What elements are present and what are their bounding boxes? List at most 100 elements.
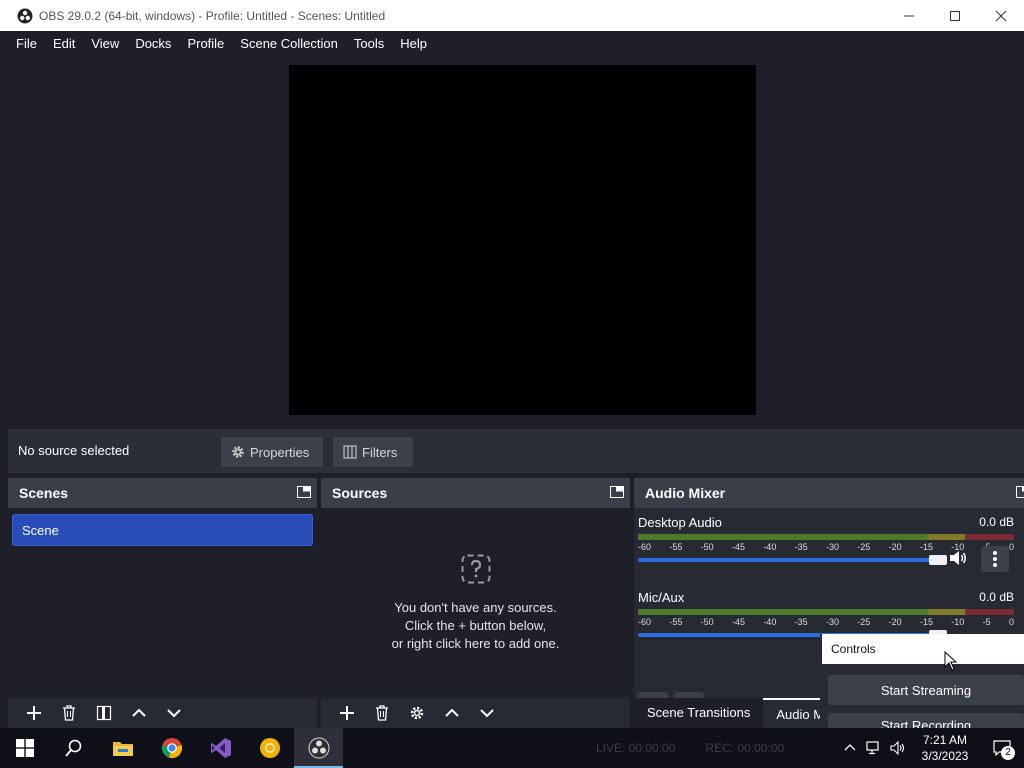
tick-label: -10 [951,617,965,627]
scenes-title: Scenes [19,485,69,501]
show-hidden-icons-button[interactable] [838,728,862,768]
more-vertical-icon [993,551,997,567]
menu-edit[interactable]: Edit [45,31,83,56]
windows-icon [15,739,34,757]
tick-label: -40 [763,617,777,627]
close-icon [995,10,1007,21]
tick-label: -35 [794,542,808,552]
empty-sources-line-1: You don't have any sources. [394,600,557,615]
taskbar-chrome-canary[interactable] [245,728,294,768]
scenes-list[interactable]: Scene [8,508,317,698]
menu-bar: File Edit View Docks Profile Scene Colle… [0,31,1024,56]
scene-item[interactable]: Scene [12,514,313,546]
tick-label: -60 [638,542,652,552]
tick-label: -55 [669,617,683,627]
close-button[interactable] [978,0,1024,31]
channel-name: Desktop Audio [638,515,722,530]
menu-profile[interactable]: Profile [179,31,232,56]
channel-db: 0.0 dB [979,590,1014,604]
properties-label: Properties [250,444,310,460]
move-source-up-button[interactable] [434,700,469,726]
tick-label: -5 [982,617,991,627]
search-button[interactable] [49,728,98,768]
scene-filters-button[interactable] [86,700,121,726]
filters-button[interactable]: Filters [333,437,413,467]
chrome-canary-icon [259,738,280,758]
tab-scene-transitions[interactable]: Scene Transitions [634,698,763,728]
plus-icon [339,706,354,720]
chevron-down-icon [166,709,181,718]
undock-icon[interactable] [1016,486,1024,498]
undock-icon[interactable] [297,486,311,498]
tick-label: -60 [638,617,652,627]
menu-view[interactable]: View [83,31,127,56]
scenes-toolbar [8,698,317,728]
tick-label: -25 [857,542,871,552]
empty-sources-message: You don't have any sources. Click the + … [321,554,630,653]
scenes-header: Scenes [8,478,317,508]
properties-button[interactable]: Properties [221,437,323,467]
speaker-icon[interactable] [948,549,968,567]
tick-label: -50 [700,617,714,627]
network-button[interactable] [862,728,886,768]
chevron-up-icon [844,744,856,751]
tick-label: -20 [888,617,902,627]
menu-file[interactable]: File [8,31,45,56]
start-recording-button[interactable]: Start Recording [828,713,1024,728]
taskbar-chrome[interactable] [147,728,196,768]
folder-icon [112,742,133,756]
obs-app: OBS 29.0.2 (64-bit, windows) - Profile: … [0,0,1024,768]
volume-meter [638,609,1014,615]
minimize-button[interactable] [886,0,932,31]
source-properties-button[interactable] [399,700,434,726]
empty-sources-line-3: or right click here to add one. [391,636,560,651]
channel-menu-button[interactable] [981,546,1009,572]
menu-docks[interactable]: Docks [127,31,179,56]
audio-mixer-title: Audio Mixer [645,485,726,501]
remove-source-button[interactable] [364,700,399,726]
volume-meter [638,534,1014,540]
move-source-down-button[interactable] [469,700,504,726]
remove-scene-button[interactable] [51,700,86,726]
taskbar-visual-studio[interactable] [196,728,245,768]
clock[interactable]: 7:21 AM 3/3/2023 [910,732,980,764]
start-streaming-button[interactable]: Start Streaming [828,675,1024,705]
menu-tools[interactable]: Tools [346,31,392,56]
volume-button[interactable] [886,728,910,768]
filter-icon [343,445,357,459]
undock-icon[interactable] [610,486,624,498]
rec-status: REC: 00:00:00 [705,741,785,755]
sources-toolbar [321,698,630,728]
add-source-button[interactable] [329,700,364,726]
tick-label: -30 [825,542,839,552]
notification-center-button[interactable]: 2 [980,728,1024,768]
start-button[interactable] [0,728,49,768]
gear-icon [410,706,423,720]
sources-list[interactable]: You don't have any sources. Click the + … [321,508,630,698]
filter-icon [96,705,111,721]
filters-label: Filters [362,444,398,460]
chrome-icon [161,738,182,759]
gear-icon [232,446,244,458]
move-scene-up-button[interactable] [121,700,156,726]
add-scene-button[interactable] [16,700,51,726]
tick-label: -45 [731,617,745,627]
slider-handle[interactable] [929,555,947,565]
menu-help[interactable]: Help [392,31,435,56]
scene-item-label: Scene [22,522,59,538]
tick-label: -15 [919,617,933,627]
chevron-up-icon [131,708,146,717]
trash-icon [375,705,388,721]
chevron-down-icon [479,709,494,718]
taskbar-obs[interactable] [294,728,343,768]
tick-label: -50 [700,542,714,552]
menu-scene-collection[interactable]: Scene Collection [232,31,346,56]
move-scene-down-button[interactable] [156,700,191,726]
taskbar-file-explorer[interactable] [98,728,147,768]
program-preview[interactable] [289,65,756,415]
tick-label: -30 [825,617,839,627]
maximize-button[interactable] [932,0,978,31]
volume-slider[interactable] [638,555,947,565]
controls-title[interactable]: Controls [822,634,1024,664]
system-tray: 7:21 AM 3/3/2023 2 [838,728,1024,768]
